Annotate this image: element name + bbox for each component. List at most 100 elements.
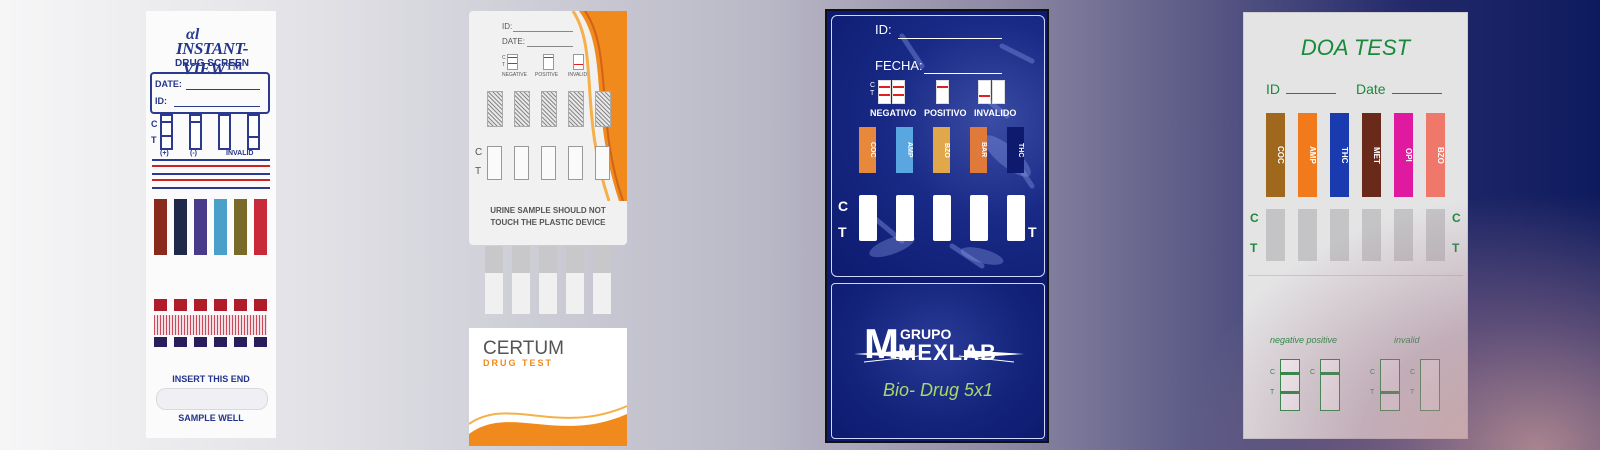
mexlab-test-card: ID: FECHA: C T NEGATIVO POSITIVO INVALID… [825, 9, 1049, 443]
dip-strip-5 [593, 246, 611, 314]
id-label: ID: [502, 22, 513, 31]
positivo-label: POSITIVO [924, 108, 967, 118]
fecha-label: FECHA: [875, 58, 923, 73]
certum-test-card: ID: DATE: C T NEGATIVE POSITIVE INVALID … [469, 11, 627, 245]
negative-label: NEGATIVE [502, 72, 527, 78]
strip-5-label [234, 199, 247, 255]
invalid-caption: INVALID [226, 150, 254, 157]
sample-pad-3 [541, 91, 557, 127]
result-window-2 [1298, 209, 1317, 261]
drug-label-bar: BAR [970, 127, 987, 173]
date-line [527, 46, 573, 47]
negativo-window-b [892, 80, 905, 104]
negative-positive-label: negative positive [1270, 335, 1338, 345]
result-window-4 [1362, 209, 1381, 261]
result-window-1 [487, 146, 502, 180]
id-line [898, 38, 1002, 39]
result-window-3 [541, 146, 556, 180]
dip-strip-2 [512, 246, 530, 314]
insert-end-label: INSERT THIS END [172, 374, 250, 384]
negativo-window-a [878, 80, 891, 104]
certum-cap: CERTUM DRUG TEST [469, 328, 627, 446]
negativo-label: NEGATIVO [870, 108, 917, 118]
strip-red-band [154, 299, 267, 311]
doa-title: DOA TEST [1300, 35, 1411, 60]
sample-pad-5 [595, 91, 611, 127]
inv2-c-label: C [1410, 369, 1416, 376]
drug-label-coc: COC [859, 127, 876, 173]
date-line [186, 89, 260, 90]
positivo-window [936, 80, 949, 104]
invalido-label: INVALIDO [974, 108, 1017, 118]
negative-indicator [1280, 359, 1300, 411]
mexlab-logo-m: M [864, 320, 899, 367]
drug-label-bzo: BZO [1426, 113, 1445, 197]
certum-brand-sub: DRUG TEST [483, 358, 554, 368]
ct-label: C T [502, 55, 506, 68]
inv2-t-label: T [1410, 389, 1415, 396]
result-window-5 [1007, 195, 1025, 241]
invalido-window-a [978, 80, 991, 104]
drug-label-thc: THC [1007, 127, 1024, 173]
t-label: T [151, 135, 157, 145]
strip-6-label [254, 199, 267, 255]
strip-2-label [174, 199, 187, 255]
ct-label: C T [870, 82, 876, 97]
positive-caption: (+) [160, 150, 169, 157]
result-window-4 [970, 195, 988, 241]
positive-label: POSITIVE [535, 72, 559, 78]
dip-strip-4 [566, 246, 584, 314]
inv1-c-label: C [1370, 369, 1376, 376]
id-label: ID [1266, 81, 1280, 97]
c-label: C [1250, 211, 1259, 225]
dip-strip-3 [539, 246, 557, 314]
t-label-right: T [1452, 241, 1460, 255]
negative-window [507, 54, 518, 70]
drug-label-amp: AMP [896, 127, 913, 173]
result-window-3 [933, 195, 951, 241]
c-label-right: C [1452, 211, 1461, 225]
id-label: ID: [155, 96, 167, 106]
drug-code-bands [152, 159, 270, 189]
c-label: C [475, 147, 483, 158]
result-window-invalid-b [247, 114, 260, 150]
positive-indicator [1320, 359, 1340, 411]
id-line [174, 106, 260, 107]
certum-brand: CERTUM [483, 338, 564, 359]
result-window-3 [1330, 209, 1349, 261]
sample-pad-4 [568, 91, 584, 127]
drug-label-bzo: BZO [933, 127, 950, 173]
neg-t-label: T [1270, 389, 1275, 396]
c-label: C [151, 119, 158, 129]
dip-strip-1 [485, 246, 503, 314]
cap-orange-wave [469, 405, 627, 446]
result-window-positive [160, 114, 173, 150]
result-window-5 [595, 146, 610, 180]
doa-test-card: DOA TEST ID Date COC AMP THC MET OPI BZO… [1243, 12, 1468, 439]
result-window-negative [189, 114, 202, 150]
card-divider [1248, 275, 1463, 276]
mexlab-brand-main: MEXLAB [898, 340, 997, 365]
invalid-indicator-b [1420, 359, 1440, 411]
warning-line-1: URINE SAMPLE SHOULD NOT [490, 206, 606, 215]
strip-1-label [154, 199, 167, 255]
date-label: Date [1356, 81, 1386, 97]
result-window-1 [859, 195, 877, 241]
result-window-invalid-a [218, 114, 231, 150]
invalido-window-b [992, 80, 1005, 104]
drug-label-met: MET [1362, 113, 1381, 197]
t-label: T [838, 224, 847, 240]
inv1-t-label: T [1370, 389, 1375, 396]
t-label: T [475, 166, 482, 177]
sample-well[interactable] [156, 388, 268, 410]
id-line [1286, 93, 1336, 94]
strip-3-label [194, 199, 207, 255]
positive-window [543, 54, 554, 70]
instant-view-subtitle: DRUG SCREEN [175, 58, 249, 69]
sample-pad-2 [514, 91, 530, 127]
invalid-label: invalid [1394, 335, 1420, 345]
drug-label-coc: COC [1266, 113, 1285, 197]
instant-view-form-box: DATE: ID: [150, 72, 270, 114]
t-label: T [1250, 241, 1258, 255]
test-strips [154, 199, 270, 369]
